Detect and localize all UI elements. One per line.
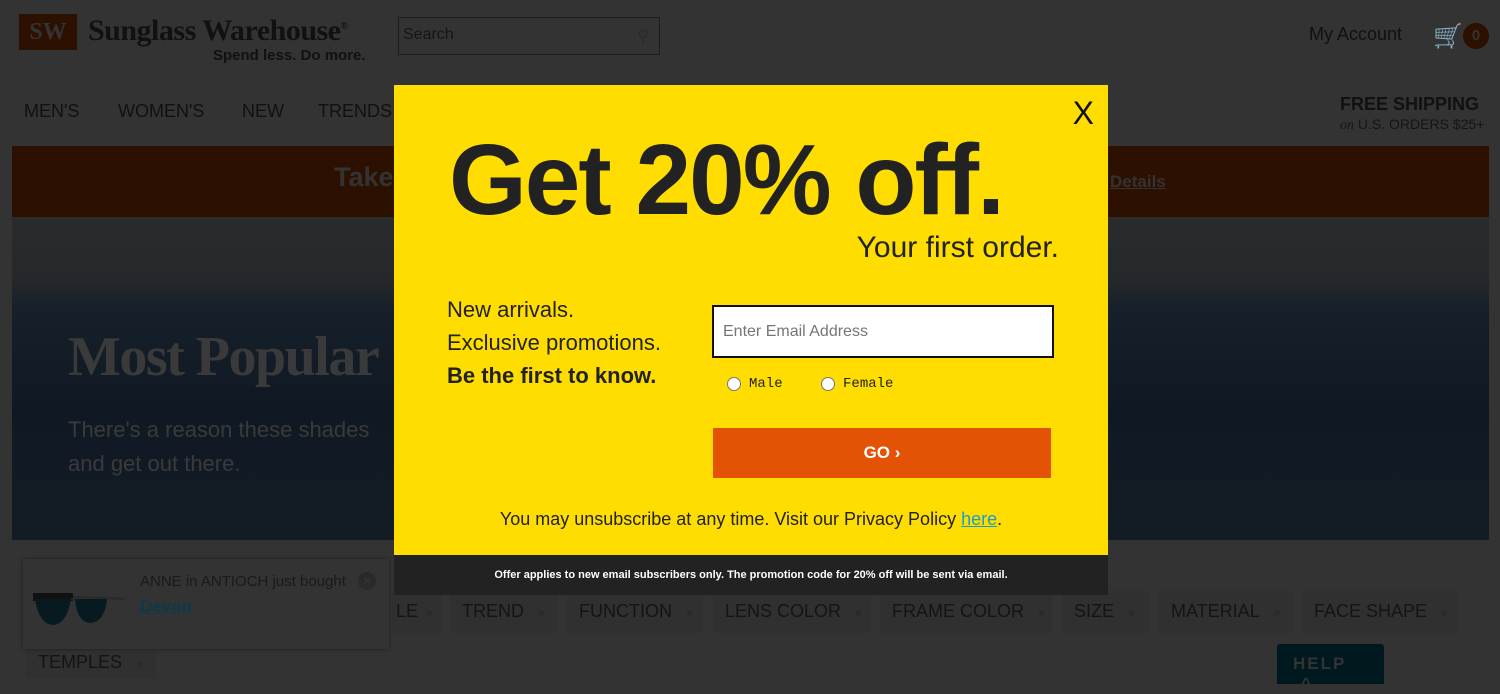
search-box[interactable]: ⚲ [398,17,660,55]
filter-trend[interactable]: TREND ▼ [450,591,558,633]
gender-radio-group: Male Female [727,376,923,396]
filter-temples[interactable]: TEMPLES ▼ [26,649,156,678]
filter-label: TREND [462,601,524,621]
help-button[interactable]: HELP ^ [1277,644,1384,693]
unsubscribe-text: You may unsubscribe at any time. Visit o… [499,509,962,529]
registered-mark: ® [340,21,348,32]
modal-subheadline: Your first order. [856,231,1059,264]
filter-label: FACE SHAPE [1314,601,1428,621]
privacy-policy-link[interactable]: here [961,509,997,529]
shipping-detail-text: U.S. ORDERS $25+ [1357,116,1485,132]
filter-size[interactable]: SIZE ▼ [1062,591,1149,633]
toast-product-link[interactable]: Devon [140,597,192,617]
close-modal-button[interactable]: X [1073,95,1094,132]
filter-material[interactable]: MATERIAL ▼ [1159,591,1293,633]
caret-down-icon: ▼ [1271,608,1283,620]
pitch-line-1: New arrivals. [447,297,575,322]
caret-down-icon: ▼ [424,608,435,620]
caret-down-icon: ▼ [684,608,695,620]
brand-text: Sunglass Warehouse [88,14,341,47]
filter-label: LENS COLOR [725,601,842,621]
my-account-link[interactable]: My Account [1309,24,1402,45]
pitch-line-2: Exclusive promotions. [447,330,661,355]
free-shipping-title: FREE SHIPPING [1340,94,1480,114]
radio-male[interactable]: Male [727,376,783,392]
close-icon[interactable]: ✕ [358,572,376,590]
shipping-on: on [1340,118,1354,133]
caret-down-icon: ▼ [1126,608,1137,620]
filter-style[interactable]: LE ▼ [392,591,442,633]
filter-label: SIZE [1074,601,1115,621]
male-radio[interactable] [727,377,741,391]
nav-womens[interactable]: WOMEN'S [118,101,204,122]
filter-label: LE [396,601,419,621]
caret-down-icon: ▼ [134,659,145,671]
caret-down-icon: ▼ [536,608,547,620]
caret-down-icon: ▼ [1439,608,1450,620]
caret-down-icon: ▼ [1036,608,1047,620]
radio-female[interactable]: Female [821,376,893,392]
period: . [997,509,1003,529]
toast-buyer: ANNE in ANTIOCH just bought [140,573,346,590]
banner-details-link[interactable]: Details [1110,172,1166,192]
filter-function[interactable]: FUNCTION ▼ [567,591,703,633]
hero-line-1: There's a reason these shades [68,417,370,442]
filter-label: TEMPLES [38,652,123,672]
filter-lens-color[interactable]: LENS COLOR ▼ [713,591,871,633]
cart-icon[interactable]: 🛒 [1433,22,1463,51]
search-icon[interactable]: ⚲ [637,26,649,46]
pitch-line-3: Be the first to know. [447,363,657,388]
free-shipping-detail: on U.S. ORDERS $25+ [1340,116,1484,134]
modal-headline: Get 20% off. [449,124,1005,236]
offer-disclaimer: Offer applies to new email subscribers o… [394,555,1108,595]
hero-line-2: and get out there. [68,451,241,476]
cart-count-badge: 0 [1463,23,1489,49]
chevron-up-icon: ^ [1301,674,1313,693]
go-button[interactable]: GO › [713,428,1051,478]
caret-down-icon: ▼ [853,608,864,620]
tagline: Spend less. Do more. [213,47,366,64]
filter-face-shape[interactable]: FACE SHAPE ▼ [1302,591,1458,633]
hero-title: Most Popular [68,326,380,388]
filter-label: MATERIAL [1171,601,1260,621]
email-input[interactable] [712,305,1054,358]
nav-new[interactable]: NEW [242,101,284,122]
banner-text: Take [334,162,394,192]
nav-trends[interactable]: TRENDS [318,101,392,122]
filter-label: FRAME COLOR [892,601,1025,621]
logo-mark[interactable]: SW [19,14,77,50]
sunglasses-thumbnail [33,593,125,625]
recent-purchase-toast: ANNE in ANTIOCH just bought Devon ✕ [23,559,389,649]
unsubscribe-note: You may unsubscribe at any time. Visit o… [394,509,1108,530]
modal-pitch: New arrivals. Exclusive promotions. Be t… [447,293,661,392]
brand-name[interactable]: Sunglass Warehouse® [88,14,348,48]
help-label: HELP [1293,654,1347,673]
email-signup-modal: X Get 20% off. Your first order. New arr… [394,85,1108,555]
nav-mens[interactable]: MEN'S [24,101,79,122]
male-label: Male [749,376,783,392]
female-radio[interactable] [821,377,836,391]
female-label: Female [843,376,894,392]
filter-label: FUNCTION [579,601,672,621]
filter-frame-color[interactable]: FRAME COLOR ▼ [880,591,1052,633]
search-input[interactable] [399,18,619,52]
